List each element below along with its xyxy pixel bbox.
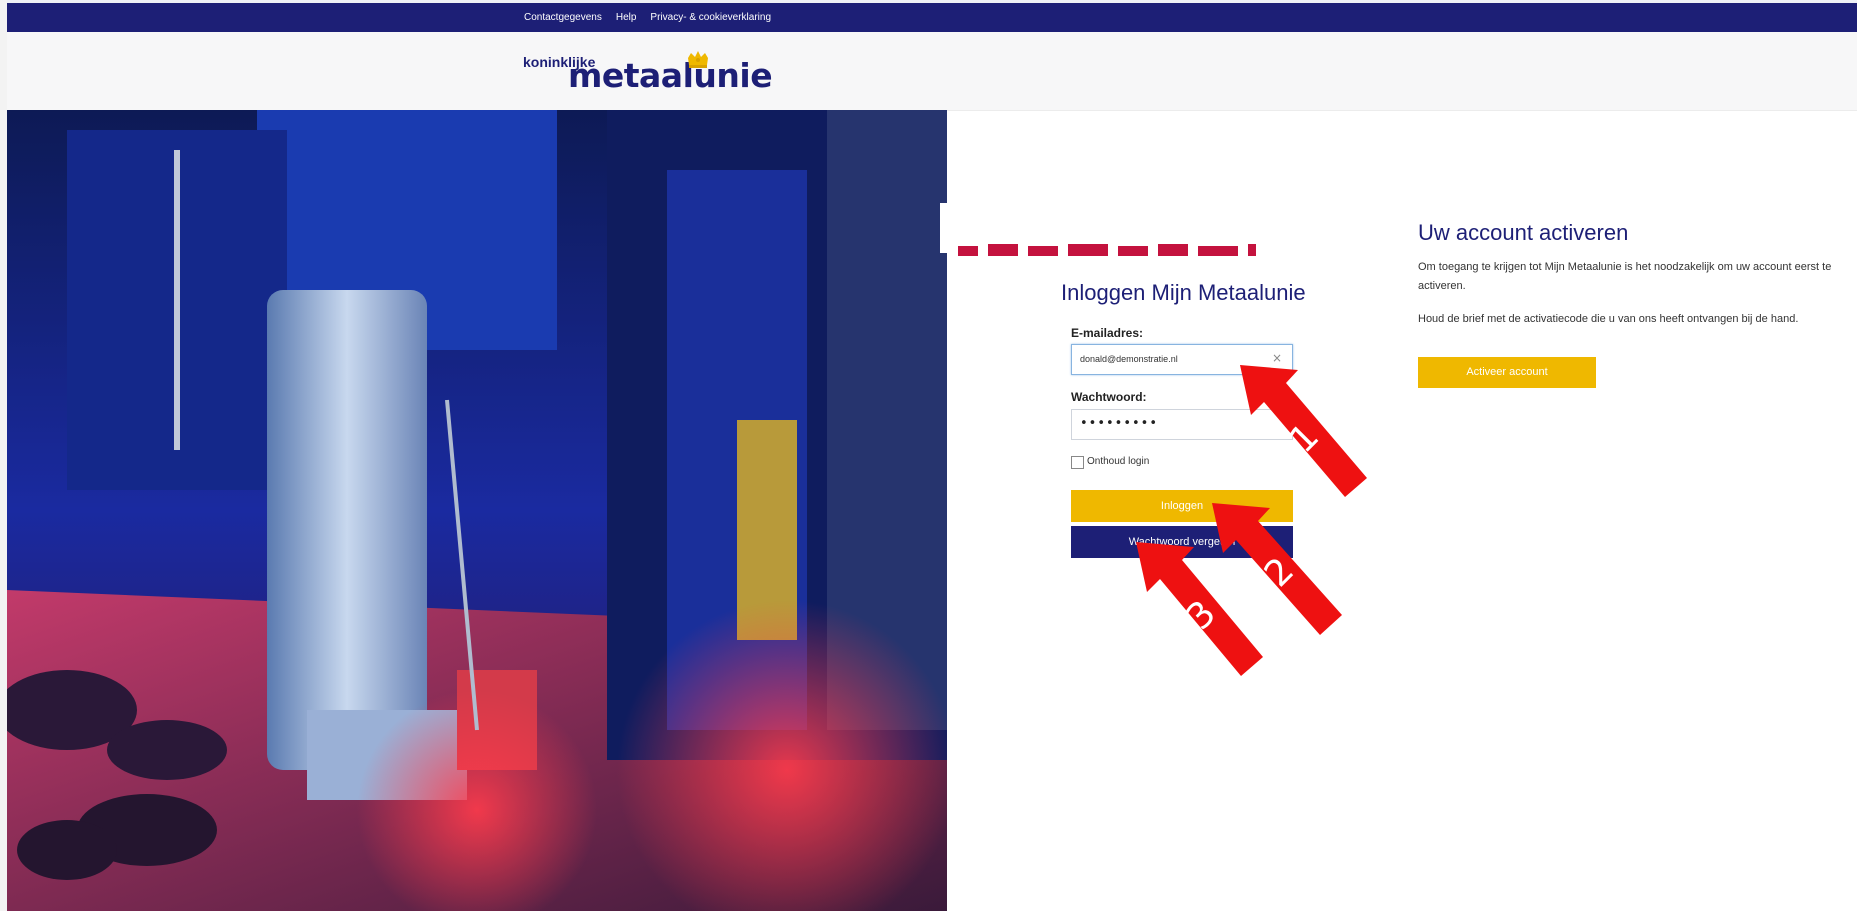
- hero-photo: [7, 110, 947, 911]
- logo-line2: metaalunie: [568, 56, 773, 95]
- activate-account-button[interactable]: Activeer account: [1418, 357, 1596, 388]
- password-value: •••••••••: [1080, 416, 1159, 431]
- password-label: Wachtwoord:: [1071, 390, 1147, 404]
- cropped-banner: [958, 236, 1298, 256]
- help-link[interactable]: Help: [616, 12, 637, 23]
- email-value: donald@demonstratie.nl: [1080, 354, 1178, 364]
- activate-text: Om toegang te krijgen tot Mijn Metaaluni…: [1418, 261, 1832, 292]
- laser-cutter-image: [7, 110, 947, 911]
- arrow-3-label: 3: [1178, 592, 1225, 639]
- activate-text-2: Houd de brief met de activatiecode die u…: [1418, 313, 1799, 325]
- login-button[interactable]: Inloggen: [1071, 490, 1293, 522]
- contact-link[interactable]: Contactgegevens: [524, 12, 602, 23]
- remember-checkbox[interactable]: [1071, 456, 1084, 469]
- email-field[interactable]: donald@demonstratie.nl ×: [1071, 344, 1293, 375]
- forgot-password-button[interactable]: Wachtwoord vergeten: [1071, 526, 1293, 558]
- login-title: Inloggen Mijn Metaalunie: [1061, 280, 1306, 305]
- activate-title: Uw account activeren: [1418, 220, 1629, 245]
- password-field[interactable]: •••••••••: [1071, 409, 1293, 440]
- email-label: E-mailadres:: [1071, 326, 1144, 340]
- top-links: Contactgegevens Help Privacy- & cookieve…: [524, 12, 771, 23]
- header: koninklijke metaalunie: [7, 32, 1857, 111]
- left-border: [0, 0, 7, 911]
- crown-icon: [688, 51, 708, 68]
- top-bar: Contactgegevens Help Privacy- & cookieve…: [7, 3, 1857, 32]
- cropped-banner-graphic: [958, 244, 1256, 256]
- privacy-link[interactable]: Privacy- & cookieverklaring: [650, 12, 771, 23]
- remember-label[interactable]: Onthoud login: [1087, 456, 1149, 467]
- metaalunie-logo[interactable]: koninklijke metaalunie: [523, 50, 773, 96]
- clear-icon[interactable]: ×: [1272, 351, 1282, 365]
